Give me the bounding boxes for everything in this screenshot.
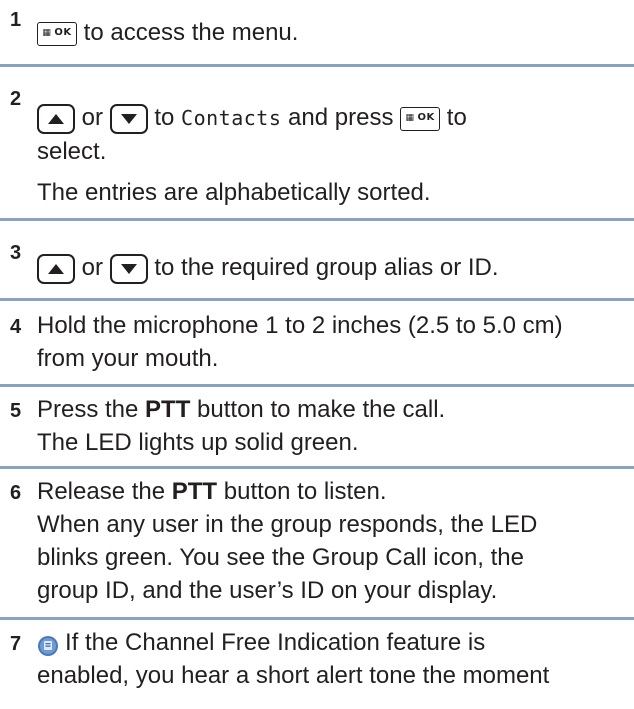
step-line: blinks green. You see the Group Call ico… — [37, 544, 524, 571]
step-text: to — [440, 104, 467, 131]
menu-ok-key-icon: ▦ OK — [37, 21, 77, 46]
step-number: 1 — [10, 9, 22, 31]
step-line: or to Contacts and press ▦ OK to — [37, 101, 628, 135]
step-4: 4 Hold the microphone 1 to 2 inches (2.5… — [0, 301, 634, 383]
step-text: to the required group alias or ID. — [147, 254, 499, 281]
menu-ok-key-label: OK — [54, 26, 72, 38]
step-6: 6 Release the PTT button to listen. When… — [0, 469, 634, 615]
step-line: group ID, and the user’s ID on your disp… — [37, 577, 498, 604]
step-number: 7 — [10, 633, 22, 655]
step-line: The entries are alphabetically sorted. — [37, 179, 431, 206]
up-arrow-key-icon — [37, 253, 75, 284]
step-1: 1 ▦ OK to access the menu. — [0, 0, 634, 64]
feature-note-icon — [37, 633, 59, 656]
up-arrow-key-icon — [37, 103, 75, 134]
down-arrow-key-icon — [109, 253, 148, 284]
step-text: to access the menu. — [77, 19, 299, 46]
grid-icon: ▦ — [405, 112, 415, 123]
step-text: Press the — [37, 396, 146, 423]
step-line: or to the required group alias or ID. — [37, 251, 628, 284]
down-arrow-key-icon — [109, 103, 148, 134]
step-line: from your mouth. — [37, 345, 219, 372]
step-5: 5 Press the PTT button to make the call.… — [0, 387, 634, 465]
step-number: 6 — [10, 482, 22, 504]
step-line: Press the PTT button to make the call. — [37, 393, 628, 426]
step-7: 7 If the Channel Free Indication feature… — [0, 620, 634, 709]
menu-ok-key-label: OK — [417, 111, 435, 123]
step-text: to — [147, 104, 182, 131]
step-line: Hold the microphone 1 to 2 inches (2.5 t… — [37, 312, 563, 339]
step-3: 3 or to the required group alias or ID. — [0, 221, 634, 297]
step-text: If the Channel Free Indication feature i… — [65, 629, 486, 656]
menu-ok-key-icon: ▦ OK — [400, 106, 441, 131]
step-number: 2 — [10, 88, 22, 110]
ptt-button-name: PTT — [145, 396, 191, 423]
step-body: Press the PTT button to make the call. T… — [37, 393, 628, 459]
step-line: enabled, you hear a short alert tone the… — [37, 662, 550, 689]
step-number: 4 — [10, 316, 22, 338]
ptt-button-name: PTT — [171, 478, 218, 505]
step-line: ▦ OK to access the menu. — [37, 19, 298, 46]
step-body: or to Contacts and press ▦ OK to select. … — [37, 101, 628, 209]
step-text: button to listen. — [217, 478, 387, 505]
step-text: Release the — [37, 478, 172, 505]
step-text: and press — [281, 104, 401, 131]
step-body: ▦ OK to access the menu. — [37, 16, 628, 49]
step-line: When any user in the group responds, the… — [37, 511, 538, 538]
step-body: Hold the microphone 1 to 2 inches (2.5 t… — [37, 309, 628, 375]
or-word: or — [75, 104, 110, 131]
or-word: or — [75, 254, 110, 281]
step-line: If the Channel Free Indication feature i… — [37, 626, 628, 659]
step-line: The LED lights up solid green. — [37, 429, 359, 456]
grid-icon: ▦ — [42, 27, 52, 38]
step-line: select. — [37, 138, 107, 165]
step-text: button to make the call. — [190, 396, 446, 423]
step-line: Release the PTT button to listen. — [37, 475, 628, 508]
step-number: 5 — [10, 400, 22, 422]
step-body: If the Channel Free Indication feature i… — [37, 626, 628, 692]
step-body: or to the required group alias or ID. — [37, 251, 628, 284]
contacts-menu-label: Contacts — [181, 106, 282, 130]
step-2: 2 or to Contacts and press ▦ OK to select… — [0, 67, 634, 218]
step-number: 3 — [10, 242, 22, 264]
step-body: Release the PTT button to listen. When a… — [37, 475, 628, 607]
